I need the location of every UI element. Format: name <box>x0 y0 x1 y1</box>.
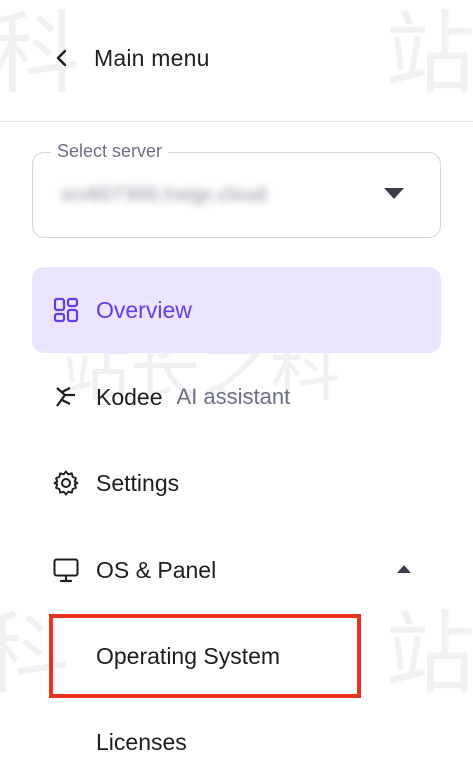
caret-down-icon <box>384 188 404 199</box>
server-select[interactable]: Select server srv607300.hstgr.cloud <box>32 141 441 238</box>
server-select-legend: Select server <box>51 141 169 162</box>
main-menu-back-button[interactable]: Main menu <box>52 38 210 78</box>
nav-item-kodee[interactable]: Kodee AI assistant <box>32 354 441 440</box>
kodee-sparkle-icon <box>52 383 80 411</box>
chevron-left-icon <box>52 48 72 68</box>
main-menu-label: Main menu <box>94 44 210 71</box>
menu-header: Main menu <box>0 0 473 122</box>
grid-icon <box>52 296 80 324</box>
nav-item-label: Kodee <box>96 383 163 410</box>
watermark: 站 <box>385 602 473 707</box>
gear-icon <box>52 469 80 497</box>
nav-item-label: Settings <box>96 469 180 496</box>
watermark: 科 <box>0 602 70 707</box>
nav-item-label: Overview <box>96 296 192 323</box>
nav-item-label: OS & Panel <box>96 556 217 583</box>
caret-up-icon[interactable] <box>397 565 411 573</box>
subnav-item-operating-system[interactable]: Operating System <box>96 643 280 670</box>
nav-item-overview[interactable]: Overview <box>32 267 441 353</box>
nav-item-settings[interactable]: Settings <box>32 440 441 526</box>
nav-item-sublabel: AI assistant <box>176 384 291 409</box>
monitor-icon <box>52 556 80 584</box>
subnav-item-licenses[interactable]: Licenses <box>96 729 187 756</box>
nav-item-os-panel[interactable]: OS & Panel <box>32 527 441 613</box>
server-select-value: srv607300.hstgr.cloud <box>61 184 268 206</box>
